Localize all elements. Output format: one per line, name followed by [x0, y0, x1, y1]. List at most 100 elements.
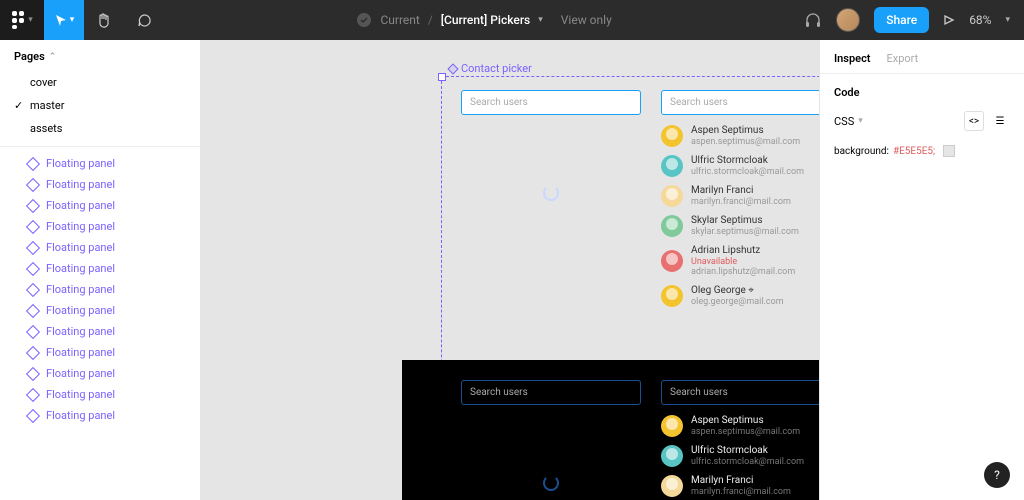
component-icon [26, 303, 40, 317]
search-input[interactable] [661, 90, 819, 115]
loading-spinner-icon [543, 185, 559, 201]
layer-label: Floating panel [46, 283, 115, 296]
file-menu-chevron-icon[interactable]: ▾ [538, 15, 543, 25]
layer-item[interactable]: Floating panel [0, 174, 200, 195]
contact-name: Adrian Lipshutz [691, 245, 819, 257]
user-avatar[interactable] [836, 8, 860, 32]
layer-item[interactable]: Floating panel [0, 321, 200, 342]
layers-panel: Pages ⌃ covermasterassets Floating panel… [0, 40, 201, 500]
contact-avatar [661, 475, 683, 497]
comment-tool-button[interactable] [124, 0, 164, 40]
contact-email: oleg.george@mail.com [691, 297, 784, 307]
layer-label: Floating panel [46, 157, 115, 170]
contact-name: Skylar Septimus [691, 215, 799, 227]
pages-header[interactable]: Pages ⌃ [0, 40, 200, 71]
contact-result[interactable]: Ulfric Stormcloakulfric.stormcloak@mail.… [661, 441, 819, 471]
picker-loading [461, 90, 641, 311]
code-value: #E5E5E5; [893, 146, 935, 157]
pages-collapse-icon[interactable]: ⌃ [49, 52, 57, 62]
layer-item[interactable]: Floating panel [0, 216, 200, 237]
contact-result[interactable]: Oleg George ⌖oleg.george@mail.com [661, 281, 819, 311]
contact-result[interactable]: Skylar Septimusskylar.septimus@mail.com [661, 211, 819, 241]
layer-item[interactable]: Floating panel [0, 279, 200, 300]
view-mode-label: View only [561, 13, 612, 27]
page-item[interactable]: master [0, 94, 200, 117]
contact-result[interactable]: Marilyn Francimarilyn.franci@mail.com [661, 471, 819, 500]
contact-result[interactable]: Adrian LipshutzUnavailable adrian.lipshu… [661, 241, 819, 281]
layer-item[interactable]: Floating panel [0, 153, 200, 174]
contact-email: Unavailable adrian.lipshutz@mail.com [691, 257, 819, 278]
layer-item[interactable]: Floating panel [0, 237, 200, 258]
file-name[interactable]: [Current] Pickers [441, 13, 530, 27]
search-input[interactable] [461, 90, 641, 115]
layer-item[interactable]: Floating panel [0, 384, 200, 405]
move-tool-button[interactable]: ▾ [44, 0, 84, 40]
layer-item[interactable]: Floating panel [0, 342, 200, 363]
language-select[interactable]: CSS ▾ [834, 115, 863, 128]
layer-item[interactable]: Floating panel [0, 195, 200, 216]
share-button[interactable]: Share [874, 7, 929, 33]
contact-result[interactable]: Aspen Septimusaspen.septimus@mail.com [661, 411, 819, 441]
color-swatch[interactable] [943, 145, 955, 157]
crumb-separator: / [428, 13, 433, 27]
component-icon [26, 345, 40, 359]
contact-avatar [661, 185, 683, 207]
tool-group: ▾ ▾ [0, 0, 164, 40]
headphones-icon[interactable] [804, 11, 822, 29]
contact-avatar [661, 215, 683, 237]
contact-name: Ulfric Stormcloak [691, 155, 804, 167]
unavailable-label: Unavailable [691, 257, 737, 267]
layer-label: Floating panel [46, 178, 115, 191]
contact-result[interactable]: Aspen Septimusaspen.septimus@mail.com [661, 121, 819, 151]
main-menu-button[interactable]: ▾ [0, 0, 44, 40]
contact-email: marilyn.franci@mail.com [691, 197, 791, 207]
project-name[interactable]: Current [380, 13, 419, 27]
hand-tool-button[interactable] [84, 0, 124, 40]
layer-item[interactable]: Floating panel [0, 258, 200, 279]
component-icon [26, 198, 40, 212]
tab-inspect[interactable]: Inspect [834, 52, 871, 65]
component-icon [26, 261, 40, 275]
zoom-chevron-icon[interactable]: ▾ [1005, 15, 1010, 25]
layer-item[interactable]: Floating panel [0, 363, 200, 384]
contact-result[interactable]: Ulfric Stormcloakulfric.stormcloak@mail.… [661, 151, 819, 181]
breadcrumb: Current / [Current] Pickers ▾ View only [164, 12, 804, 28]
layer-item[interactable]: Floating panel [0, 300, 200, 321]
panel-tabs: Inspect Export [820, 40, 1024, 74]
code-view-icon[interactable]: <> [964, 111, 984, 131]
layer-label: Floating panel [46, 325, 115, 338]
present-icon[interactable] [943, 14, 955, 26]
divider [0, 146, 200, 147]
component-icon [447, 63, 458, 74]
contact-name: Aspen Septimus [691, 415, 800, 427]
component-icon [26, 408, 40, 422]
table-view-icon[interactable]: ☰ [990, 111, 1010, 131]
layer-label: Floating panel [46, 304, 115, 317]
page-item[interactable]: assets [0, 117, 200, 140]
contact-email: ulfric.stormcloak@mail.com [691, 457, 804, 467]
contact-avatar [661, 125, 683, 147]
tab-export[interactable]: Export [887, 52, 919, 65]
contact-email: aspen.septimus@mail.com [691, 137, 800, 147]
contact-name: Oleg George ⌖ [691, 285, 784, 297]
page-item[interactable]: cover [0, 71, 200, 94]
help-button[interactable]: ? [984, 462, 1010, 488]
search-input[interactable] [461, 380, 641, 405]
component-icon [26, 177, 40, 191]
contact-avatar [661, 445, 683, 467]
frame-label[interactable]: Contact picker [449, 62, 532, 75]
layer-label: Floating panel [46, 220, 115, 233]
component-icon [26, 387, 40, 401]
chevron-down-icon: ▾ [858, 116, 863, 126]
contact-result[interactable]: Marilyn Francimarilyn.franci@mail.com [661, 181, 819, 211]
contact-name: Marilyn Franci [691, 185, 791, 197]
picker-full: Aspen Septimusaspen.septimus@mail.comUlf… [661, 90, 819, 311]
canvas[interactable]: Contact picker Aspen Septimusaspen.septi… [201, 40, 819, 500]
contact-avatar [661, 155, 683, 177]
picker-loading-dark [461, 380, 641, 500]
search-input[interactable] [661, 380, 819, 405]
contact-avatar [661, 415, 683, 437]
layer-item[interactable]: Floating panel [0, 405, 200, 426]
code-line: background: #E5E5E5; [834, 145, 1010, 157]
zoom-value[interactable]: 68% [969, 13, 991, 27]
